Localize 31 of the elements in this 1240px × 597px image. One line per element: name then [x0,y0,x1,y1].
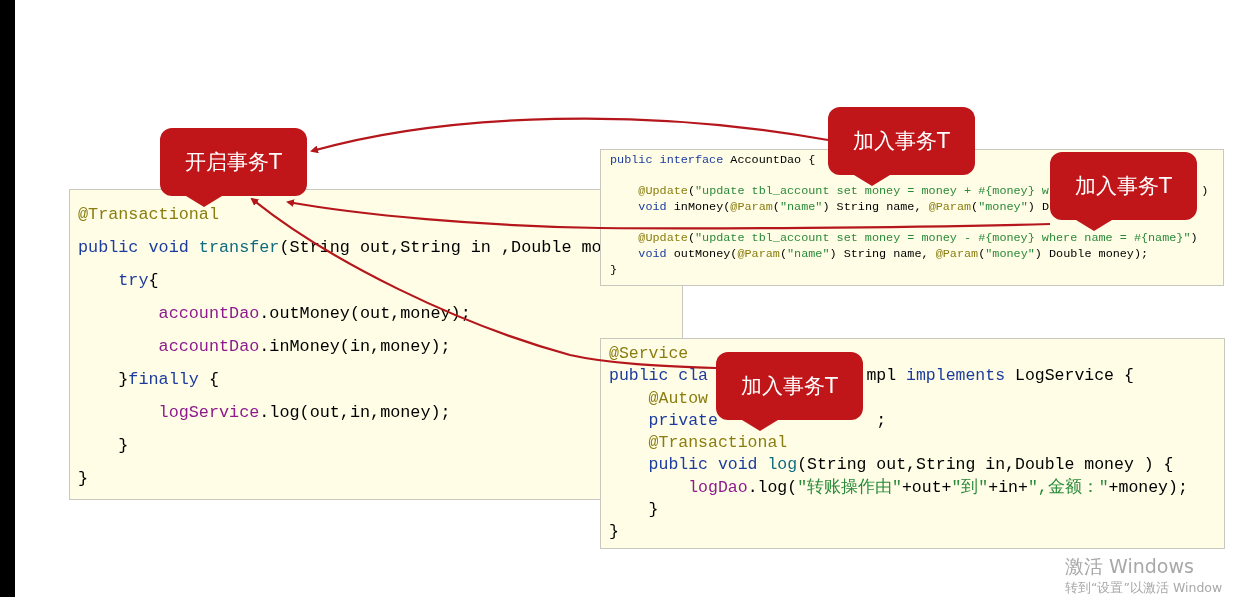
code-line: ) [1201,184,1209,199]
code-line: @Autow [647,388,709,408]
callout: 加入事务T [1050,152,1197,231]
code-line: logDao.log("转账操作由"+out+"到"+in+",金额："+money); [687,477,1188,497]
code-line: try{ [117,271,159,290]
callout: 加入事务T [828,107,975,186]
code-line: } [78,469,89,488]
code-line: } [117,436,129,455]
code-line: } [647,500,659,520]
code-line: @Transactional [647,433,788,453]
code-line: public cla [609,366,709,386]
code-line: public interface AccountDao { [610,153,816,167]
code-line: logService.log(out,in,money); [157,403,451,422]
callout: 加入事务T [716,352,863,431]
code-line: ; [876,410,887,430]
code-line: void inMoney(@Param("name") String name, @Param("money") D [637,200,1049,215]
code-line: @Transactional [78,205,219,224]
code-line: }finally { [117,370,219,389]
callout: 开启事务T [160,128,307,207]
code-line: public void log(String out,String in,Double money ) { [647,455,1174,475]
code-line: private [647,410,718,430]
code-line: } [609,522,619,542]
activation-notice-title: 激活 Windows [1065,554,1194,579]
code-line: @Service [609,344,689,363]
code-line: @Update("update tbl_account set money = money - #{money} where name = #{name}") [637,231,1198,246]
activation-notice-text: 转到“设置”以激活 Window [1065,579,1223,597]
code-line: void outMoney(@Param("name") String name, @Param("money") Double money); [637,247,1149,262]
code-line: mpl implements LogService { [866,366,1134,386]
code-line: } [610,262,618,277]
code-line: accountDao.inMoney(in,money); [157,337,451,356]
code-line: @Update("update tbl_account set money = money + #{money} w [637,184,1049,199]
